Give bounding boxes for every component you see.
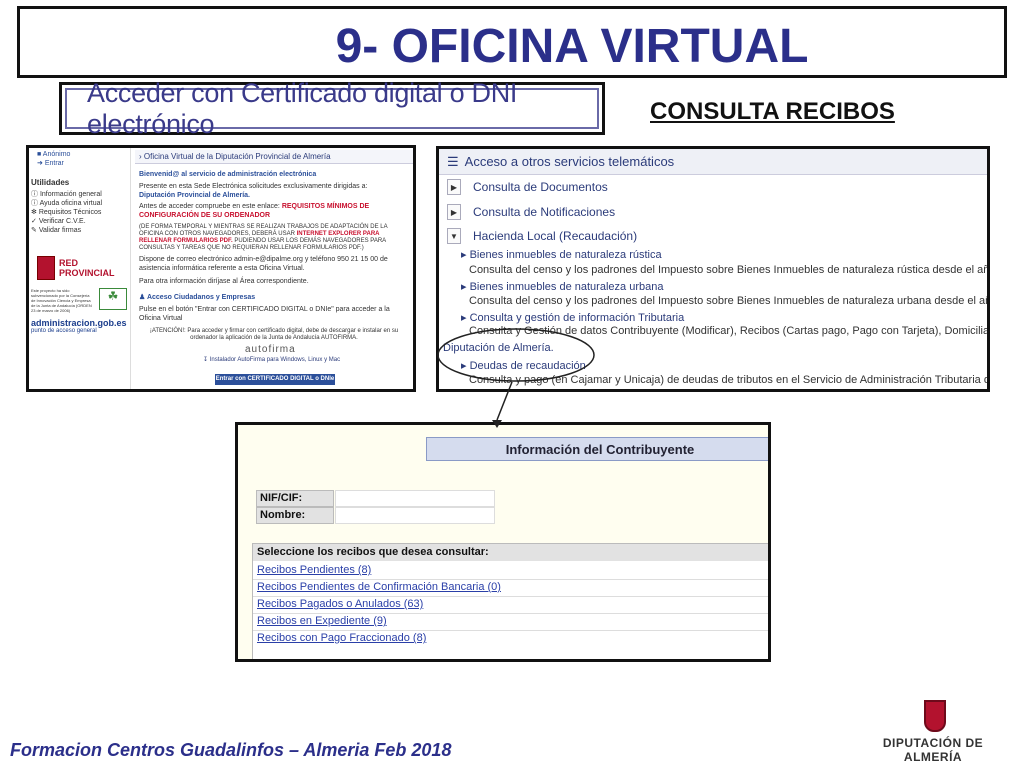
help-icon: ⓘ <box>31 200 38 207</box>
portal-p1: Presente en esta Sede Electrónica solici… <box>139 183 368 199</box>
chevron-right-icon: › <box>139 152 142 161</box>
diputacion-logo: DIPUTACIÓN DE ALMERÍA <box>858 696 1008 764</box>
portal-p2: Antes de acceder compruebe en este enlac… <box>139 203 370 219</box>
link-recibos-pendientes[interactable]: Recibos Pendientes (8) <box>257 564 371 576</box>
entrar-link[interactable]: ➜ Entrar <box>37 159 64 168</box>
menu-item-verificar[interactable]: ✓ Verificar C.V.E. <box>31 217 129 226</box>
contribuyente-header: Información del Contribuyente <box>426 437 768 461</box>
entrar-certificado-button[interactable]: Entrar con CERTIFICADO DIGITAL o DNIe <box>215 374 335 385</box>
servicio-notificaciones[interactable]: ▶ Consulta de Notificaciones <box>447 204 615 220</box>
almeria-shield-icon <box>924 700 946 732</box>
cert-access-frame: Acceder con Certificado digital o DNI el… <box>59 78 605 139</box>
nif-value <box>335 490 495 507</box>
admin-gob-logo[interactable]: administracion.gob.es punto de acceso ge… <box>31 318 129 334</box>
sub-rustica[interactable]: ▸ Bienes inmuebles de naturaleza rústica <box>461 248 662 261</box>
instalador-link[interactable]: ↧ Instalador AutoFirma para Windows, Lin… <box>203 356 340 363</box>
portal-screenshot: ■ Anónimo ➜ Entrar Utilidades ⓘ Informac… <box>26 145 416 392</box>
cert-access-button[interactable]: Acceder con Certificado digital o DNI el… <box>65 78 599 139</box>
divider <box>253 613 768 614</box>
desc-rustica: Consulta del censo y los padrones del Im… <box>469 264 990 276</box>
junta-andalucia-logo-icon: ☘ <box>99 288 127 310</box>
caret-right-icon: ▸ <box>461 281 467 293</box>
nombre-value <box>335 507 495 524</box>
menu-item-info[interactable]: ⓘ Información general <box>31 190 129 199</box>
servicio-documentos[interactable]: ▶ Consulta de Documentos <box>447 179 608 195</box>
desc-deudas: Consulta y pago (en Cajamar y Unicaja) d… <box>469 374 990 386</box>
portal-main: › Oficina Virtual de la Diputación Provi… <box>135 148 413 389</box>
recibos-box: Seleccione los recibos que desea consult… <box>252 543 768 659</box>
login-icon: ➜ <box>37 160 43 167</box>
logo-text: DIPUTACIÓN DE ALMERÍA <box>882 736 984 764</box>
consulta-recibos-label: CONSULTA RECIBOS <box>650 98 895 125</box>
nif-label: NIF/CIF: <box>256 490 334 507</box>
divider <box>253 630 768 631</box>
sub-urbana[interactable]: ▸ Bienes inmuebles de naturaleza urbana <box>461 280 663 293</box>
caret-right-icon: ▸ <box>461 360 467 372</box>
portal-p5: Para otra información diríjase al Área c… <box>139 278 309 285</box>
desc-urbana: Consulta del censo y los padrones del Im… <box>469 295 990 307</box>
utilidades-heading: Utilidades <box>31 178 70 187</box>
servicios-header: ☰ Acceso a otros servicios telemáticos <box>439 149 987 175</box>
portal-sidebar: ■ Anónimo ➜ Entrar Utilidades ⓘ Informac… <box>29 148 131 389</box>
pen-icon: ✎ <box>31 227 37 234</box>
menu-item-requisitos[interactable]: ✻ Requisitos Técnicos <box>31 208 129 217</box>
sub-tributaria[interactable]: ▸ Consulta y gestión de información Trib… <box>461 311 684 324</box>
expand-arrow-icon: ▼ <box>447 228 461 244</box>
sub-deudas[interactable]: ▸ Deudas de recaudación <box>461 359 586 372</box>
info-icon: ⓘ <box>31 191 38 198</box>
portal-p3: (DE FORMA TEMPORAL Y MIENTRAS SE REALIZA… <box>139 224 388 251</box>
expand-arrow-icon: ▶ <box>447 204 461 220</box>
acceso-text: Pulse en el botón "Entrar con CERTIFICAD… <box>139 306 390 322</box>
menu-item-ayuda[interactable]: ⓘ Ayuda oficina virtual <box>31 199 129 208</box>
bienvenida: Bienvenid@ al servicio de administración… <box>139 171 317 178</box>
contribuyente-screenshot: Información del Contribuyente NIF/CIF: N… <box>235 422 771 662</box>
link-recibos-fraccionado[interactable]: Recibos con Pago Fraccionado (8) <box>257 632 426 644</box>
acceso-heading: ♟ Acceso Ciudadanos y Empresas <box>139 294 256 301</box>
user-icon: ■ <box>37 151 42 158</box>
red-provincial-shield-icon <box>37 256 55 280</box>
caret-right-icon: ▸ <box>461 312 467 324</box>
divider <box>253 579 768 580</box>
user-row: ■ Anónimo <box>37 150 70 159</box>
expand-arrow-icon: ▶ <box>447 179 461 195</box>
download-icon: ↧ <box>203 357 209 363</box>
nombre-label: Nombre: <box>256 507 334 524</box>
list-icon: ☰ <box>447 153 459 169</box>
utilidades-menu: ⓘ Información general ⓘ Ayuda oficina vi… <box>31 190 129 235</box>
servicio-hacienda[interactable]: ▼ Hacienda Local (Recaudación) <box>447 228 637 244</box>
link-recibos-confirmacion[interactable]: Recibos Pendientes de Confirmación Banca… <box>257 581 501 593</box>
junta-note: Este proyecto ha sido subvencionado por … <box>31 288 92 313</box>
autofirma-logo: autofirma <box>245 344 296 355</box>
slide-title: 9- OFICINA VIRTUAL <box>335 20 809 73</box>
atencion-text: ¡ATENCIÓN!: Para acceder y firmar con ce… <box>149 328 399 341</box>
slide-footer: Formacion Centros Guadalinfos – Almeria … <box>10 740 452 760</box>
portal-p4: Dispone de correo electrónico admin-e@di… <box>139 256 388 272</box>
servicios-screenshot: ☰ Acceso a otros servicios telemáticos ▶ C… <box>436 146 990 392</box>
menu-item-validar[interactable]: ✎ Validar firmas <box>31 226 129 235</box>
wrench-icon: ✻ <box>31 209 37 216</box>
link-recibos-pagados[interactable]: Recibos Pagados o Anulados (63) <box>257 598 423 610</box>
user-label: Anónimo <box>42 151 71 158</box>
users-icon: ♟ <box>139 294 146 301</box>
recibos-title: Seleccione los recibos que desea consult… <box>253 544 768 561</box>
portal-header: › Oficina Virtual de la Diputación Provi… <box>135 150 413 164</box>
link-recibos-expediente[interactable]: Recibos en Expediente (9) <box>257 615 387 627</box>
red-provincial-logo: RED PROVINCIAL <box>59 258 115 278</box>
caret-right-icon: ▸ <box>461 249 467 261</box>
slide-title-box: 9- OFICINA VIRTUAL <box>17 6 1007 78</box>
divider <box>253 596 768 597</box>
desc-tributaria: Consulta y Gestión de datos Contribuyent… <box>469 325 990 337</box>
check-icon: ✓ <box>31 218 37 225</box>
diputacion-label: Diputación de Almería. <box>443 342 554 354</box>
